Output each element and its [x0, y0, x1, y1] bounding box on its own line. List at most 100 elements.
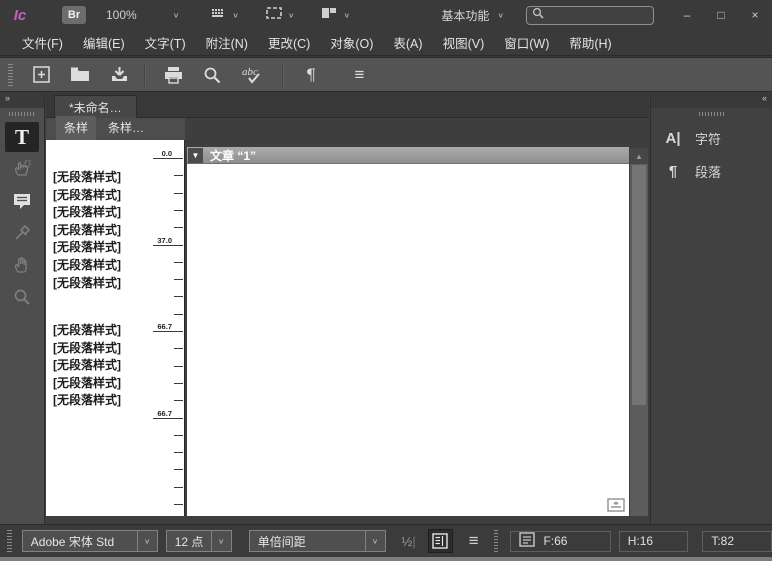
- menu-item[interactable]: 帮助(H): [559, 29, 621, 56]
- maximize-button[interactable]: □: [704, 4, 738, 26]
- right-panel-dock: « A|字符¶段落: [650, 93, 772, 524]
- view-tab[interactable]: 条样: [56, 116, 96, 140]
- right-panel-grip[interactable]: [699, 112, 725, 116]
- ruler-label: 37.0: [157, 236, 172, 245]
- paragraph-style-row[interactable]: [无段落样式]: [53, 203, 121, 220]
- main-toolbar: abc ¶ ≡: [0, 57, 772, 92]
- zoom-level-dropdown[interactable]: 100% ∨: [100, 6, 185, 24]
- close-button[interactable]: ×: [738, 4, 772, 26]
- story-header-bar[interactable]: ▼ 文章 “1”: [187, 147, 629, 164]
- save-icon[interactable]: [108, 64, 130, 86]
- chevron-down-icon: ∨: [343, 11, 350, 20]
- ruler-tick: [153, 331, 183, 332]
- story-area[interactable]: ▼ 文章 “1”: [187, 147, 629, 516]
- menu-item[interactable]: 编辑(E): [73, 29, 135, 56]
- stat-box: T:82: [702, 531, 772, 552]
- minimize-button[interactable]: –: [670, 4, 704, 26]
- new-document-icon[interactable]: [30, 64, 52, 86]
- bridge-button[interactable]: Br: [62, 6, 86, 24]
- toolbar-separator: [282, 63, 283, 87]
- menu-item[interactable]: 文件(F): [12, 29, 73, 56]
- search-box[interactable]: [526, 6, 654, 25]
- scrollbar-thumb[interactable]: [632, 165, 646, 405]
- search-input[interactable]: [548, 9, 648, 21]
- paragraph-style-row[interactable]: [无段落样式]: [53, 186, 121, 203]
- type-tool[interactable]: T: [5, 122, 39, 152]
- panel-collapse-icon[interactable]: «: [651, 93, 772, 108]
- paragraph-style-row[interactable]: [无段落样式]: [53, 374, 121, 391]
- panel-tab-paragraph[interactable]: ¶段落: [651, 155, 772, 188]
- panel-expand-icon[interactable]: »: [0, 93, 44, 108]
- line-number-icon[interactable]: ½|: [402, 534, 416, 549]
- position-tool[interactable]: [5, 154, 39, 184]
- note-tool[interactable]: [5, 186, 39, 216]
- menu-item[interactable]: 窗口(W): [494, 29, 559, 56]
- story-title: 文章 “1”: [210, 147, 256, 164]
- menu-item[interactable]: 更改(C): [258, 29, 320, 56]
- galley-info-column: [无段落样式][无段落样式][无段落样式][无段落样式][无段落样式][无段落样…: [46, 140, 185, 516]
- paragraph-style-row[interactable]: [无段落样式]: [53, 221, 121, 238]
- toolbar-menu-icon[interactable]: ≡: [348, 64, 370, 86]
- font-size-combo[interactable]: 12 点 ∨: [166, 530, 232, 552]
- statusbar-grip[interactable]: [7, 530, 12, 552]
- info-column-toggle[interactable]: [428, 529, 453, 553]
- content-area: » T: [0, 93, 772, 524]
- statusbar-menu-icon[interactable]: ≡: [469, 531, 478, 551]
- stat-value: H:16: [628, 534, 653, 548]
- screen-mode-dropdown[interactable]: ∨: [265, 6, 295, 25]
- ruler-tick: [174, 504, 183, 505]
- hand-tool[interactable]: [5, 250, 39, 280]
- ruler-tick: [153, 418, 183, 419]
- paragraph-style-row[interactable]: [无段落样式]: [53, 256, 121, 273]
- font-family-combo[interactable]: Adobe 宋体 Std ∨: [22, 530, 158, 552]
- ruler-tick: [174, 487, 183, 488]
- vertical-scrollbar[interactable]: ▲: [630, 148, 648, 516]
- workspace-switcher[interactable]: 基本功能 ∨: [433, 4, 512, 27]
- ruler-tick: [174, 193, 183, 194]
- leading-combo[interactable]: 单倍间距 ∨: [249, 530, 386, 552]
- chevron-down-icon[interactable]: ∨: [211, 531, 231, 551]
- spellcheck-icon[interactable]: abc: [240, 64, 268, 86]
- menu-item[interactable]: 对象(O): [320, 29, 383, 56]
- zoom-tool[interactable]: [5, 282, 39, 312]
- arrange-documents-dropdown[interactable]: ∨: [320, 6, 350, 25]
- paragraph-style-row[interactable]: [无段落样式]: [53, 238, 121, 255]
- chevron-down-icon[interactable]: ∨: [137, 531, 157, 551]
- ruler-tick: [174, 469, 183, 470]
- menu-item[interactable]: 附注(N): [196, 29, 258, 56]
- scroll-up-arrow[interactable]: ▲: [630, 148, 648, 164]
- paragraph-style-row[interactable]: [无段落样式]: [53, 321, 121, 338]
- ruler-tick: [153, 158, 183, 159]
- paragraph-style-row[interactable]: [无段落样式]: [53, 391, 121, 408]
- arrange-documents-icon: [320, 6, 338, 25]
- search-icon[interactable]: [201, 64, 223, 86]
- eyedropper-tool[interactable]: [5, 218, 39, 248]
- paragraph-style-row[interactable]: [无段落样式]: [53, 356, 121, 373]
- ruler-tick: [174, 383, 183, 384]
- paragraph-style-row[interactable]: [无段落样式]: [53, 274, 121, 291]
- view-tab[interactable]: 条样…: [100, 116, 152, 140]
- paragraph-style-row[interactable]: [无段落样式]: [53, 339, 121, 356]
- ruler-tick: [174, 400, 183, 401]
- paragraph-style-row[interactable]: [无段落样式]: [53, 168, 121, 185]
- chevron-down-icon: ∨: [232, 11, 239, 20]
- tools-panel-grip[interactable]: [9, 112, 35, 116]
- toolbar-grip[interactable]: [8, 64, 13, 86]
- open-folder-icon[interactable]: [69, 64, 91, 86]
- panel-tab-character[interactable]: A|字符: [651, 122, 772, 155]
- menu-item[interactable]: 文字(T): [135, 29, 196, 56]
- view-options-icon: [211, 6, 227, 25]
- menu-item[interactable]: 视图(V): [433, 29, 495, 56]
- view-options-dropdown[interactable]: ∨: [211, 6, 239, 25]
- view-tabs: 条样条样…: [46, 118, 185, 140]
- statusbar-grip[interactable]: [494, 530, 499, 552]
- show-hidden-characters-icon[interactable]: ¶: [300, 64, 322, 86]
- menu-item[interactable]: 表(A): [383, 29, 432, 56]
- collapse-triangle-icon[interactable]: ▼: [188, 148, 203, 163]
- print-icon[interactable]: [162, 64, 184, 86]
- panel-tab-label: 字符: [695, 129, 721, 148]
- overset-indicator-icon[interactable]: [607, 498, 625, 512]
- document-tab[interactable]: *未命名…: [54, 95, 137, 118]
- workspace-name: 基本功能: [441, 7, 489, 24]
- chevron-down-icon[interactable]: ∨: [365, 531, 385, 551]
